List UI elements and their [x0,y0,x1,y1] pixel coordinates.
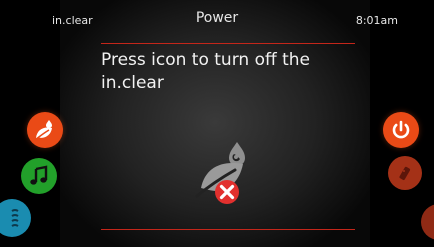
remote-icon [399,166,411,181]
music-note-icon [30,165,48,185]
spa-control-screen: in.clear Power 8:01am Press icon to turn… [0,0,434,247]
power-button[interactable] [383,112,419,148]
instruction-message: Press icon to turn off the in.clear [101,50,310,93]
leaf-drop-off-icon[interactable] [187,130,267,210]
inclear-nav-button[interactable] [27,112,63,148]
top-divider [101,43,355,44]
bottom-divider [101,229,355,230]
music-nav-button[interactable] [21,158,57,194]
leaf-drop-icon [34,120,52,141]
clock: 8:01am [355,14,398,27]
power-icon [392,120,410,139]
partial-button[interactable] [421,204,434,240]
jets-nav-button[interactable] [0,199,31,237]
remote-nav-button[interactable] [388,156,422,190]
waves-icon [11,209,19,227]
inclear-off-button[interactable] [187,130,267,210]
status-bar: in.clear Power 8:01am [0,0,434,42]
